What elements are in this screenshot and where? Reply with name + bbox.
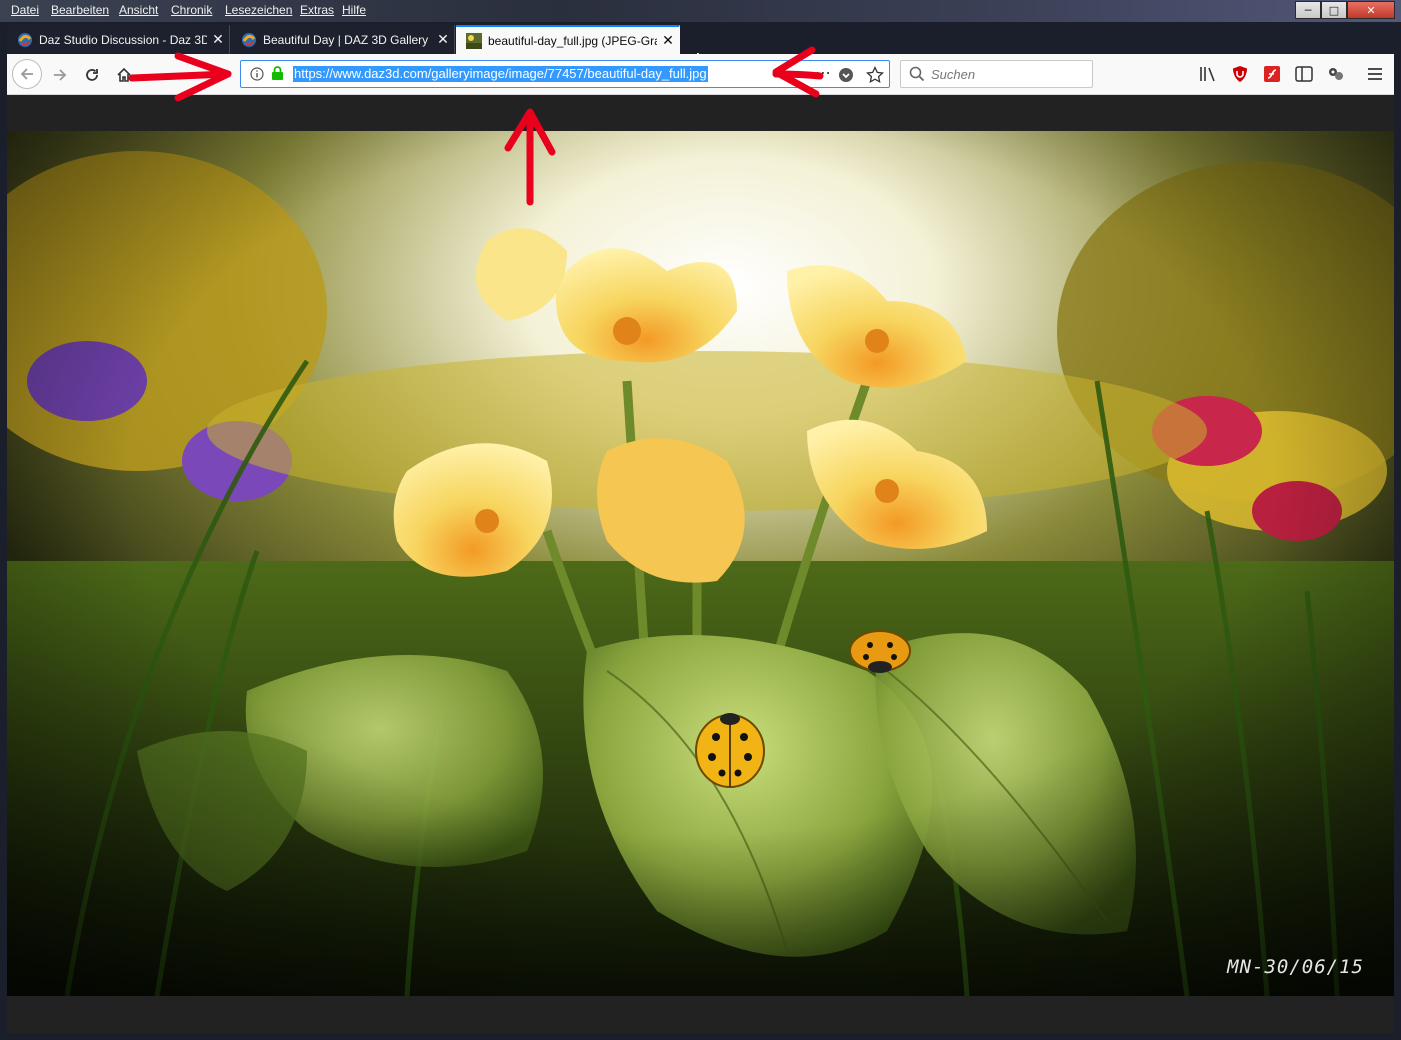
menu-extras[interactable]: Extras — [300, 3, 334, 17]
close-window-button[interactable]: ✕ — [1347, 1, 1395, 19]
sidebar-icon — [1295, 66, 1313, 82]
tab-close-button[interactable]: ✕ — [207, 31, 229, 48]
tab-beautiful-day-jpg[interactable]: beautiful-day_full.jpg (JPEG-Grafik ✕ — [456, 25, 680, 54]
menu-button[interactable] — [1364, 63, 1386, 85]
menu-lesezeichen[interactable]: Lesezeichen — [225, 3, 292, 17]
library-button[interactable] — [1197, 63, 1219, 85]
shield-icon — [1233, 66, 1247, 82]
forward-button[interactable] — [46, 61, 74, 89]
tab-strip: Daz Studio Discussion - Daz 3D ✕ Beautif… — [0, 22, 1401, 73]
daz-favicon-icon — [18, 32, 32, 47]
hamburger-menu-icon — [1368, 68, 1382, 80]
tab-title: beautiful-day_full.jpg (JPEG-Grafik — [488, 33, 657, 48]
tab-beautiful-day-gallery[interactable]: Beautiful Day | DAZ 3D Gallery ✕ — [231, 25, 455, 54]
minimize-icon: ─ — [1304, 3, 1312, 17]
browser-window: Datei Bearbeiten Ansicht Chronik Lesezei… — [0, 0, 1401, 1040]
info-icon[interactable] — [250, 67, 264, 81]
menu-hilfe[interactable]: Hilfe — [342, 3, 366, 17]
arrow-left-icon — [20, 68, 33, 80]
search-icon — [909, 66, 925, 82]
extension-button[interactable] — [1325, 63, 1347, 85]
search-bar[interactable]: Suchen — [900, 60, 1093, 88]
gallery-image[interactable]: MN-30/06/15 — [7, 131, 1394, 996]
maximize-button[interactable]: □ — [1321, 1, 1347, 19]
minimize-button[interactable]: ─ — [1295, 1, 1321, 19]
menu-datei[interactable]: Datei — [11, 3, 39, 17]
flash-addon-button[interactable] — [1261, 63, 1283, 85]
menu-chronik[interactable]: Chronik — [171, 3, 212, 17]
content-area: MN-30/06/15 — [7, 95, 1394, 1033]
lock-icon[interactable] — [271, 66, 284, 81]
search-input[interactable]: Suchen — [931, 67, 975, 82]
sidebar-button[interactable] — [1293, 63, 1315, 85]
tab-daz-studio-discussion[interactable]: Daz Studio Discussion - Daz 3D ✕ — [7, 25, 230, 54]
extension-icon — [1329, 68, 1343, 80]
close-icon: ✕ — [1366, 3, 1376, 17]
ublock-button[interactable] — [1229, 63, 1251, 85]
back-button[interactable] — [12, 59, 42, 89]
tab-title: Beautiful Day | DAZ 3D Gallery — [263, 32, 429, 47]
url-text[interactable]: https://www.daz3d.com/galleryimage/image… — [293, 66, 708, 82]
daz-favicon-icon — [242, 32, 256, 47]
library-icon — [1200, 67, 1215, 82]
image-watermark: MN-30/06/15 — [1227, 956, 1364, 978]
tab-close-button[interactable]: ✕ — [432, 31, 454, 48]
home-button[interactable] — [110, 61, 138, 89]
maximize-icon: □ — [1328, 3, 1340, 17]
tab-close-button[interactable]: ✕ — [657, 32, 679, 49]
flash-icon — [1264, 66, 1280, 82]
menu-ansicht[interactable]: Ansicht — [119, 3, 158, 17]
navigation-toolbar: https://www.daz3d.com/galleryimage/image… — [7, 54, 1394, 95]
url-bar[interactable]: https://www.daz3d.com/galleryimage/image… — [240, 60, 890, 88]
image-thumbnail-icon — [466, 32, 482, 49]
pocket-icon[interactable] — [838, 67, 854, 83]
bookmark-star-icon[interactable] — [866, 66, 884, 84]
page-actions-icon[interactable]: ⋯ — [815, 63, 831, 82]
reload-icon — [86, 69, 98, 81]
flower-scene-image — [7, 131, 1394, 996]
window-controls: ─ □ ✕ — [1295, 1, 1395, 21]
arrow-right-icon — [54, 69, 67, 81]
menu-bearbeiten[interactable]: Bearbeiten — [51, 3, 109, 17]
tab-title: Daz Studio Discussion - Daz 3D — [39, 32, 207, 47]
reload-button[interactable] — [78, 61, 106, 89]
menu-bar: Datei Bearbeiten Ansicht Chronik Lesezei… — [0, 0, 1401, 22]
home-icon — [117, 67, 131, 82]
